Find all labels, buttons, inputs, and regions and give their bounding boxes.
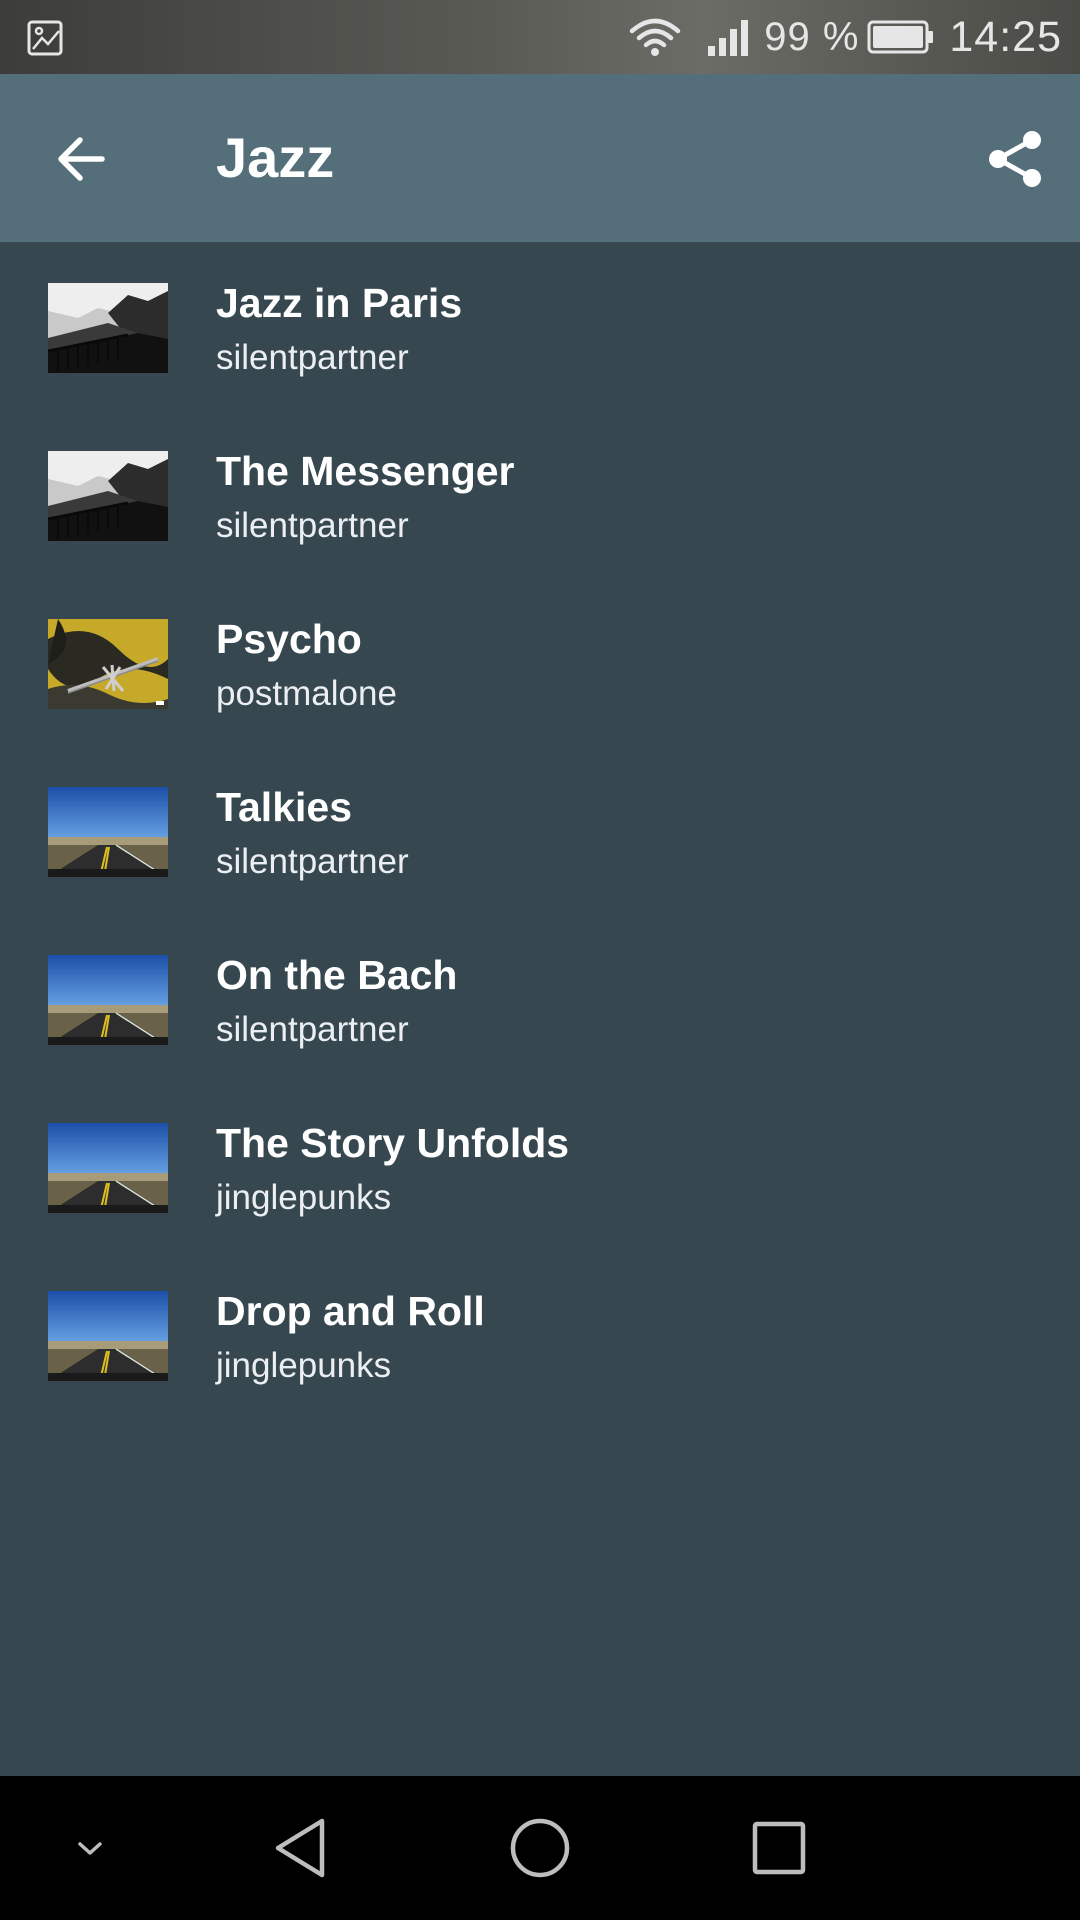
album-art: [48, 451, 168, 541]
track-row[interactable]: Talkies silentpartner: [0, 746, 1080, 914]
status-icons: 99 % 14:25: [628, 0, 1062, 74]
track-artist: silentpartner: [216, 1010, 409, 1049]
page-title: Jazz: [216, 126, 335, 189]
track-row[interactable]: Drop and Roll jinglepunks: [0, 1250, 1080, 1418]
album-art: [48, 619, 168, 709]
back-button[interactable]: [44, 122, 118, 196]
track-artist: silentpartner: [216, 338, 409, 377]
album-art: [48, 283, 168, 373]
track-title: On the Bach: [216, 952, 458, 998]
image-icon: [27, 20, 63, 56]
album-art: [48, 1291, 168, 1381]
track-artist: postmalone: [216, 674, 397, 713]
arrow-back-icon: [58, 137, 105, 181]
nav-recents-button[interactable]: [729, 1798, 829, 1898]
track-row[interactable]: The Story Unfolds jinglepunks: [0, 1082, 1080, 1250]
screen: 99 % 14:25 Jazz Jazz in Paris silentpart…: [0, 0, 1080, 1920]
track-title: Drop and Roll: [216, 1288, 485, 1334]
recents-square-icon: [752, 1821, 806, 1875]
back-triangle-icon: [275, 1818, 325, 1878]
track-artist: silentpartner: [216, 506, 409, 545]
album-art: [48, 787, 168, 877]
wifi-icon: [629, 18, 681, 56]
collapse-nav-button[interactable]: [40, 1798, 140, 1898]
track-row[interactable]: On the Bach silentpartner: [0, 914, 1080, 1082]
home-circle-icon: [510, 1818, 570, 1878]
chevron-down-icon: [78, 1842, 102, 1855]
track-artist: silentpartner: [216, 842, 409, 881]
nav-home-button[interactable]: [490, 1798, 590, 1898]
signal-icon: [708, 20, 749, 56]
track-row[interactable]: Psycho postmalone: [0, 578, 1080, 746]
track-title: The Story Unfolds: [216, 1120, 570, 1166]
track-list: Jazz in Paris silentpartner The Messenge…: [0, 242, 1080, 1418]
battery-icon: [867, 20, 934, 54]
status-bar: 99 % 14:25: [0, 0, 1080, 74]
share-icon: [989, 131, 1041, 187]
app-bar: Jazz: [0, 74, 1080, 242]
clock: 14:25: [949, 12, 1062, 61]
battery-percent: 99 %: [764, 14, 860, 59]
track-row[interactable]: The Messenger silentpartner: [0, 410, 1080, 578]
track-title: Psycho: [216, 616, 362, 662]
track-title: Talkies: [216, 784, 352, 830]
nav-back-button[interactable]: [250, 1798, 350, 1898]
track-artist: jinglepunks: [216, 1346, 392, 1385]
album-art: [48, 955, 168, 1045]
album-art: [48, 1123, 168, 1213]
track-artist: jinglepunks: [216, 1178, 392, 1217]
share-button[interactable]: [976, 120, 1054, 198]
track-title: The Messenger: [216, 448, 515, 494]
track-title: Jazz in Paris: [216, 280, 463, 326]
track-row[interactable]: Jazz in Paris silentpartner: [0, 242, 1080, 410]
navigation-bar: [0, 1776, 1080, 1920]
